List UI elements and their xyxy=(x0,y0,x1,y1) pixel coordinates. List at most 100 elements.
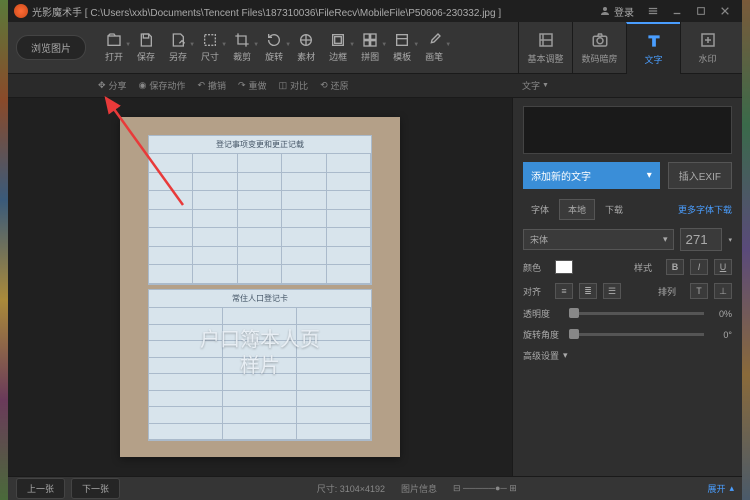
tool-border[interactable]: 边框▼ xyxy=(322,32,354,63)
compare-button[interactable]: ◫ 对比 xyxy=(279,79,309,92)
align-right-button[interactable]: ☰ xyxy=(603,283,621,299)
canvas-area[interactable]: 登记事项变更和更正记载 常住人口登记卡 户口簿本人页 样片 xyxy=(8,98,512,476)
tool-crop[interactable]: 裁剪▼ xyxy=(226,32,258,63)
undo-button[interactable]: ↶ 撤销 xyxy=(197,79,226,92)
font-size-input[interactable] xyxy=(680,228,722,251)
color-swatch[interactable] xyxy=(555,260,573,274)
rotate-slider[interactable] xyxy=(569,333,704,336)
text-panel: 添加新的文字▾ 插入EXIF 字体 本地 下载 更多字体下载 宋体▾ ▾ 颜色 … xyxy=(512,98,742,476)
font-select[interactable]: 宋体 ▾ xyxy=(523,229,674,250)
text-preview[interactable] xyxy=(523,106,732,154)
chevron-down-icon: ▼ xyxy=(445,42,451,48)
tool-template[interactable]: 模板▼ xyxy=(386,32,418,63)
chevron-up-icon: ▴ xyxy=(729,483,734,494)
insert-exif-button[interactable]: 插入EXIF xyxy=(668,162,732,189)
add-text-label: 添加新的文字 xyxy=(531,168,591,183)
tab-label: 水印 xyxy=(698,52,716,65)
panel-title: 文字 xyxy=(522,79,540,92)
material-icon xyxy=(298,32,314,48)
tool-open[interactable]: 打开▼ xyxy=(98,32,130,63)
tool-material[interactable]: 素材 xyxy=(290,32,322,63)
download-tab[interactable]: 下载 xyxy=(597,200,631,219)
tool-brush[interactable]: 画笔▼ xyxy=(418,32,450,63)
tool-rotate[interactable]: 旋转▼ xyxy=(258,32,290,63)
align-label: 对齐 xyxy=(523,285,549,298)
font-tab[interactable]: 字体 xyxy=(523,200,557,219)
browse-button[interactable]: 浏览图片 xyxy=(16,35,86,60)
share-label: 分享 xyxy=(109,79,127,92)
tab-darkroom[interactable]: 数码暗房 xyxy=(572,22,626,74)
tool-label: 素材 xyxy=(297,50,315,63)
saveas-icon xyxy=(170,32,186,48)
tab-watermark[interactable]: 水印 xyxy=(680,22,734,74)
save-action-button[interactable]: ◉ 保存动作 xyxy=(139,79,186,92)
expand-label: 展开 xyxy=(707,482,725,495)
tool-label: 另存 xyxy=(169,50,187,63)
tab-label: 文字 xyxy=(644,53,662,66)
slider-thumb[interactable] xyxy=(569,329,579,339)
document-page-2: 常住人口登记卡 xyxy=(148,289,372,441)
zoom-controls[interactable]: ⊟ ─────●─ ⊞ xyxy=(453,483,517,494)
slider-thumb[interactable] xyxy=(569,308,579,318)
prev-button[interactable]: 上一张 xyxy=(16,478,65,499)
image-preview[interactable]: 登记事项变更和更正记载 常住人口登记卡 户口簿本人页 样片 xyxy=(120,117,400,457)
border-icon xyxy=(330,32,346,48)
align-left-button[interactable]: ≡ xyxy=(555,283,573,299)
italic-button[interactable]: I xyxy=(690,259,708,275)
titlebar: 光影魔术手 [ C:\Users\xxb\Documents\Tencent F… xyxy=(8,0,742,22)
bold-button[interactable]: B xyxy=(666,259,684,275)
tab-text[interactable]: 文字 xyxy=(626,22,680,74)
reset-button[interactable]: ⟲ 还原 xyxy=(320,79,349,92)
close-button[interactable] xyxy=(714,3,736,19)
next-button[interactable]: 下一张 xyxy=(71,478,120,499)
font-value: 宋体 xyxy=(530,233,548,246)
rotate-icon xyxy=(266,32,282,48)
local-tab[interactable]: 本地 xyxy=(559,199,595,220)
more-fonts-link[interactable]: 更多字体下载 xyxy=(678,203,732,216)
align-center-button[interactable]: ≣ xyxy=(579,283,597,299)
main-area: 登记事项变更和更正记载 常住人口登记卡 户口簿本人页 样片 添加新的文字▾ 插入… xyxy=(8,98,742,476)
page2-title: 常住人口登记卡 xyxy=(149,290,371,308)
arrange-h-button[interactable]: T xyxy=(690,283,708,299)
main-toolbar: 浏览图片 打开▼ 保存 另存▼ 尺寸▼ 裁剪▼ 旋转▼ 素材 边框▼ 拼图▼ 模… xyxy=(8,22,742,74)
share-button[interactable]: ✥ 分享 xyxy=(98,79,127,92)
page1-title: 登记事项变更和更正记载 xyxy=(149,136,371,154)
minimize-button[interactable] xyxy=(666,3,688,19)
login-label: 登录 xyxy=(614,4,634,19)
app-icon xyxy=(14,4,28,18)
opacity-value: 0% xyxy=(710,309,732,319)
save-action-label: 保存动作 xyxy=(149,79,185,92)
open-icon xyxy=(106,32,122,48)
chevron-down-icon: ▼ xyxy=(542,82,549,89)
chevron-down-icon: ▾ xyxy=(728,236,732,244)
advanced-settings[interactable]: 高级设置 ▾ xyxy=(523,349,732,362)
tool-collage[interactable]: 拼图▼ xyxy=(354,32,386,63)
statusbar: 上一张 下一张 尺寸: 3104×4192 图片信息 ⊟ ─────●─ ⊞ 展… xyxy=(8,476,742,500)
file-path: [ C:\Users\xxb\Documents\Tencent Files\1… xyxy=(85,8,501,19)
tool-size[interactable]: 尺寸▼ xyxy=(194,32,226,63)
opacity-slider[interactable] xyxy=(569,312,704,315)
add-text-button[interactable]: 添加新的文字▾ xyxy=(523,162,660,189)
arrange-label: 排列 xyxy=(658,285,684,298)
tool-saveas[interactable]: 另存▼ xyxy=(162,32,194,63)
tab-label: 数码暗房 xyxy=(581,52,617,65)
expand-button[interactable]: 展开 ▴ xyxy=(707,482,734,495)
desktop-right-edge xyxy=(742,0,750,500)
redo-button[interactable]: ↷ 重做 xyxy=(238,79,267,92)
document-page-1: 登记事项变更和更正记载 xyxy=(148,135,372,285)
tab-basic[interactable]: 基本调整 xyxy=(518,22,572,74)
menu-button[interactable] xyxy=(642,3,664,19)
arrange-v-button[interactable]: ⊥ xyxy=(714,283,732,299)
login-button[interactable]: 登录 xyxy=(599,4,634,19)
maximize-icon xyxy=(696,6,706,16)
dimensions-text: 尺寸: 3104×4192 xyxy=(317,482,385,495)
chevron-down-icon: ▾ xyxy=(663,234,668,245)
underline-button[interactable]: U xyxy=(714,259,732,275)
maximize-button[interactable] xyxy=(690,3,712,19)
chevron-down-icon: ▾ xyxy=(563,350,568,361)
undo-label: 撤销 xyxy=(208,79,226,92)
menu-icon xyxy=(648,6,658,16)
tool-save[interactable]: 保存 xyxy=(130,32,162,63)
advanced-label: 高级设置 xyxy=(523,349,559,362)
reset-label: 还原 xyxy=(331,79,349,92)
